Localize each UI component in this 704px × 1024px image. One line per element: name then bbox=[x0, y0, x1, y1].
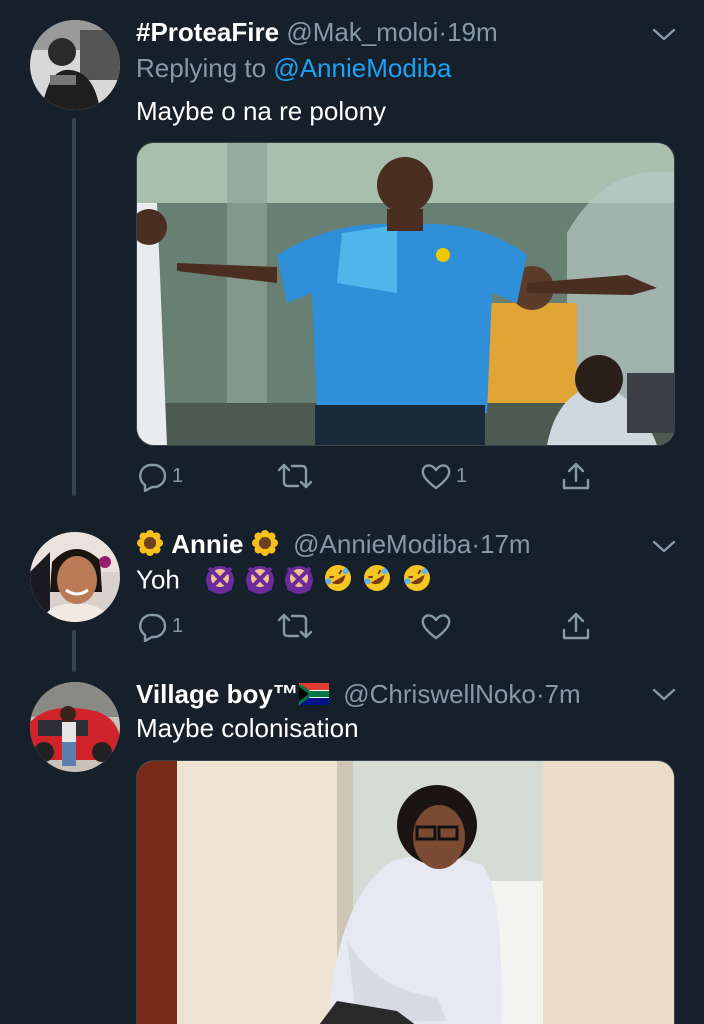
woman-gesturing-no-icon bbox=[283, 562, 315, 601]
avatar[interactable] bbox=[30, 532, 120, 622]
like-button[interactable] bbox=[420, 608, 456, 644]
media-photo bbox=[137, 143, 674, 445]
timestamp[interactable]: 7m bbox=[544, 679, 580, 709]
share-button[interactable] bbox=[560, 458, 592, 494]
user-handle[interactable]: @ChriswellNoko bbox=[343, 679, 536, 709]
tweet-text-content: Yoh bbox=[136, 564, 180, 595]
rolling-on-floor-laughing-icon bbox=[401, 562, 433, 601]
avatar[interactable] bbox=[30, 682, 120, 772]
south-africa-flag-icon bbox=[297, 680, 329, 712]
reply-icon bbox=[139, 613, 167, 642]
tweet-text: Yoh bbox=[136, 562, 433, 601]
avatar[interactable] bbox=[30, 20, 120, 110]
reply-button[interactable]: 1 bbox=[136, 458, 183, 494]
chevron-down-icon[interactable] bbox=[648, 530, 680, 562]
chevron-down-icon[interactable] bbox=[648, 18, 680, 50]
tweet-text: Maybe o na re polony bbox=[136, 96, 387, 126]
display-name[interactable]: #ProteaFire bbox=[136, 17, 279, 47]
tweet-header: Annie @AnnieModiba·17m bbox=[136, 528, 531, 564]
retweet-button[interactable] bbox=[276, 458, 318, 494]
reply-button[interactable]: 1 bbox=[136, 608, 183, 644]
sunflower-icon bbox=[136, 529, 164, 564]
rolling-on-floor-laughing-icon bbox=[361, 562, 393, 601]
tweet-header: Village boy™ @ChriswellNoko·7m bbox=[136, 678, 581, 712]
retweet-button[interactable] bbox=[276, 608, 318, 644]
woman-gesturing-no-icon bbox=[244, 562, 276, 601]
share-icon bbox=[562, 462, 590, 490]
retweet-icon bbox=[277, 463, 313, 489]
replying-to: Replying to @AnnieModiba bbox=[136, 52, 451, 84]
thread-line bbox=[72, 118, 76, 496]
tweet-header: #ProteaFire @Mak_moloi·19m bbox=[136, 16, 498, 48]
timestamp[interactable]: 19m bbox=[447, 17, 498, 47]
tweet[interactable]: #ProteaFire @Mak_moloi·19m Replying to @… bbox=[0, 0, 704, 520]
tweet-actions: 1 bbox=[136, 608, 596, 644]
timeline-feed: #ProteaFire @Mak_moloi·19m Replying to @… bbox=[0, 0, 704, 1024]
timestamp[interactable]: 17m bbox=[480, 529, 531, 559]
reply-count: 1 bbox=[172, 464, 184, 487]
tweet[interactable]: Annie @AnnieModiba·17m Yoh 1 bbox=[0, 520, 704, 680]
user-handle[interactable]: @Mak_moloi bbox=[286, 17, 438, 47]
mention-link[interactable]: @AnnieModiba bbox=[273, 53, 451, 83]
thread-line bbox=[72, 630, 76, 672]
separator-dot: · bbox=[471, 529, 480, 559]
heart-icon bbox=[421, 614, 451, 640]
replying-prefix: Replying to bbox=[136, 53, 267, 83]
share-button[interactable] bbox=[560, 608, 592, 644]
media-photo bbox=[137, 761, 674, 1024]
tweet-media[interactable] bbox=[136, 142, 675, 446]
display-name[interactable]: Annie bbox=[171, 529, 243, 559]
rolling-on-floor-laughing-icon bbox=[322, 562, 354, 601]
user-handle[interactable]: @AnnieModiba bbox=[293, 529, 471, 559]
tweet-media[interactable] bbox=[136, 760, 675, 1024]
separator-dot: · bbox=[438, 17, 448, 47]
share-icon bbox=[562, 612, 590, 640]
reply-count: 1 bbox=[172, 614, 184, 637]
heart-icon bbox=[421, 464, 451, 490]
tweet[interactable]: Village boy™ @ChriswellNoko·7m Maybe col… bbox=[0, 670, 704, 1024]
tweet-text: Maybe colonisation bbox=[136, 713, 359, 743]
tweet-actions: 1 1 bbox=[136, 458, 596, 494]
like-count: 1 bbox=[456, 464, 468, 487]
woman-gesturing-no-icon bbox=[204, 562, 236, 601]
chevron-down-icon[interactable] bbox=[648, 678, 680, 710]
display-name[interactable]: Village boy™ bbox=[136, 679, 299, 709]
retweet-icon bbox=[277, 613, 313, 639]
reply-icon bbox=[139, 463, 167, 492]
sunflower-icon bbox=[251, 529, 279, 564]
like-button[interactable]: 1 bbox=[420, 458, 467, 494]
